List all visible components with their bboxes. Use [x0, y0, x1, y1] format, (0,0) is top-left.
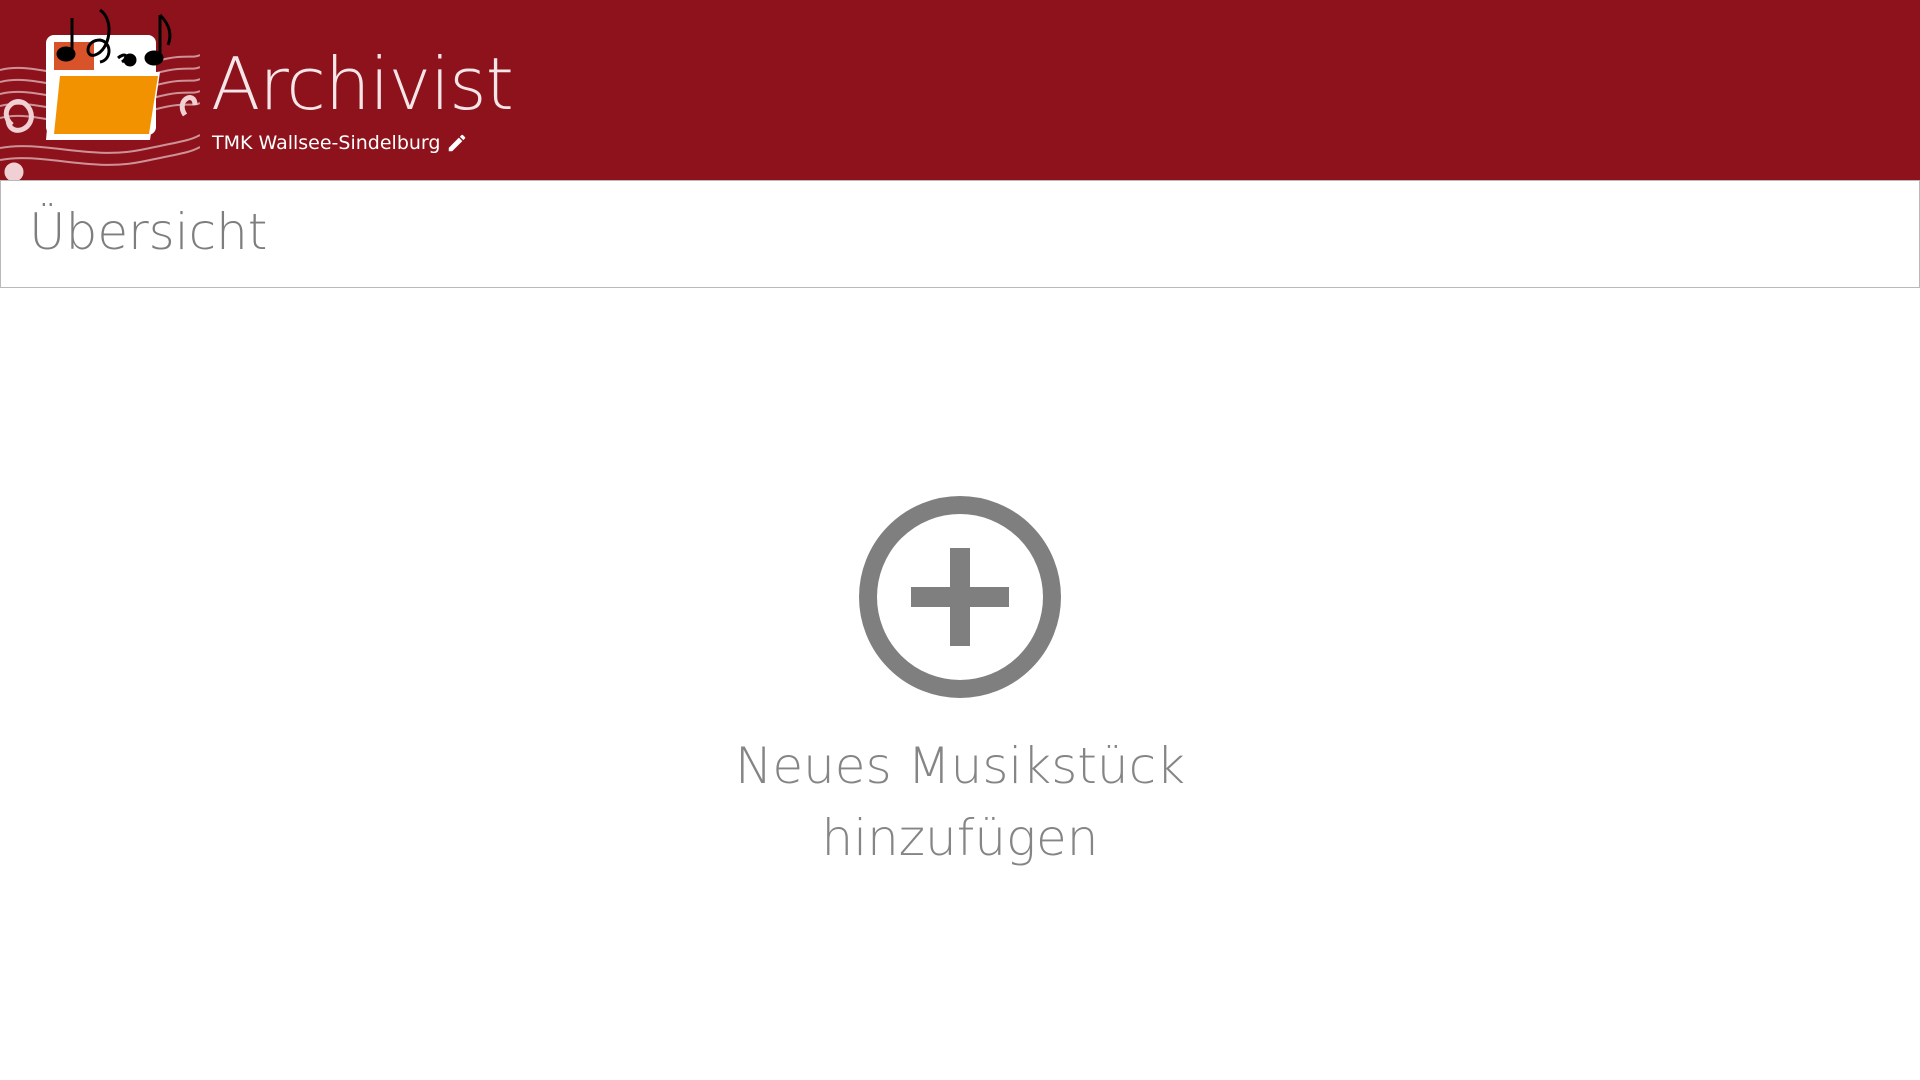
- music-folder-logo: [0, 8, 200, 180]
- add-label-line2: hinzufügen: [821, 809, 1099, 867]
- add-music-piece-button[interactable]: Neues Musikstück hinzufügen: [710, 480, 1210, 880]
- organization-name: TMK Wallsee-Sindelburg: [212, 131, 441, 154]
- app-title: Archivist: [211, 42, 514, 126]
- page-title-bar: Übersicht: [0, 180, 1920, 288]
- organization-row: TMK Wallsee-Sindelburg: [212, 132, 468, 154]
- app-header: Archivist TMK Wallsee-Sindelburg: [0, 0, 1920, 180]
- page-title: Übersicht: [29, 203, 268, 261]
- plus-circle-icon: [859, 496, 1061, 698]
- add-music-piece-label: Neues Musikstück hinzufügen: [710, 730, 1210, 874]
- pencil-icon[interactable]: [446, 132, 468, 154]
- add-label-line1: Neues Musikstück: [734, 737, 1186, 795]
